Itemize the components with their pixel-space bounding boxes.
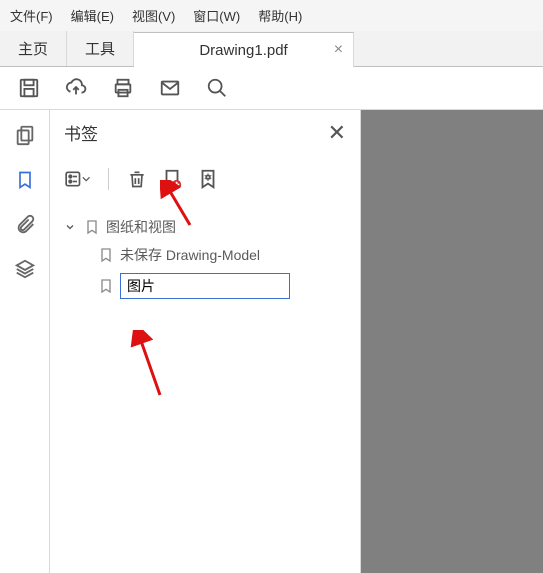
tab-close-icon[interactable]: × [334, 42, 343, 58]
bookmarks-panel: 书签 ✕ [50, 110, 361, 573]
bookmark-icon [84, 218, 100, 236]
tree-row-unsaved[interactable]: 未保存 Drawing-Model [64, 241, 346, 269]
main: 书签 ✕ [0, 110, 543, 573]
menu-file[interactable]: 文件(F) [10, 6, 53, 25]
bookmark-icon [98, 277, 114, 295]
search-icon[interactable] [206, 77, 228, 99]
layers-icon[interactable] [14, 258, 36, 280]
delete-icon[interactable] [127, 168, 147, 190]
document-preview[interactable] [361, 110, 543, 573]
chevron-down-icon[interactable] [64, 221, 78, 233]
annotation-arrow-2 [130, 330, 170, 400]
tab-home[interactable]: 主页 [0, 31, 67, 66]
toolbar [0, 67, 543, 110]
tree-root-label: 图纸和视图 [106, 217, 176, 237]
tree-row-root[interactable]: 图纸和视图 [64, 213, 346, 241]
pages-icon[interactable] [14, 124, 36, 146]
menubar: 文件(F) 编辑(E) 视图(V) 窗口(W) 帮助(H) [0, 0, 543, 31]
tab-document[interactable]: Drawing1.pdf × [134, 32, 354, 67]
save-icon[interactable] [18, 77, 40, 99]
panel-toolbar [64, 167, 346, 191]
mail-icon[interactable] [158, 77, 182, 99]
separator [108, 168, 109, 190]
bookmark-name-input[interactable] [120, 273, 290, 299]
bookmarks-icon[interactable] [15, 168, 35, 192]
bookmark-icon [98, 246, 114, 264]
tree-unsaved-label: 未保存 Drawing-Model [120, 245, 260, 265]
panel-title: 书签 [64, 120, 98, 145]
add-bookmark-icon[interactable] [161, 167, 183, 191]
menu-view[interactable]: 视图(V) [132, 6, 175, 25]
tab-document-label: Drawing1.pdf [199, 42, 287, 59]
menu-window[interactable]: 窗口(W) [193, 6, 240, 25]
options-icon[interactable] [64, 169, 90, 189]
tabbar: 主页 工具 Drawing1.pdf × [0, 31, 543, 67]
tab-tools[interactable]: 工具 [67, 31, 134, 66]
cloud-upload-icon[interactable] [64, 77, 88, 99]
menu-help[interactable]: 帮助(H) [258, 6, 302, 25]
bookmark-settings-icon[interactable] [197, 167, 219, 191]
tree-row-editing[interactable] [64, 269, 346, 303]
bookmarks-tree: 图纸和视图 未保存 Drawing-Model [64, 213, 346, 303]
panel-close-icon[interactable]: ✕ [328, 122, 346, 144]
left-sidebar [0, 110, 50, 573]
menu-edit[interactable]: 编辑(E) [71, 6, 114, 25]
attachments-icon[interactable] [14, 214, 36, 236]
print-icon[interactable] [112, 77, 134, 99]
